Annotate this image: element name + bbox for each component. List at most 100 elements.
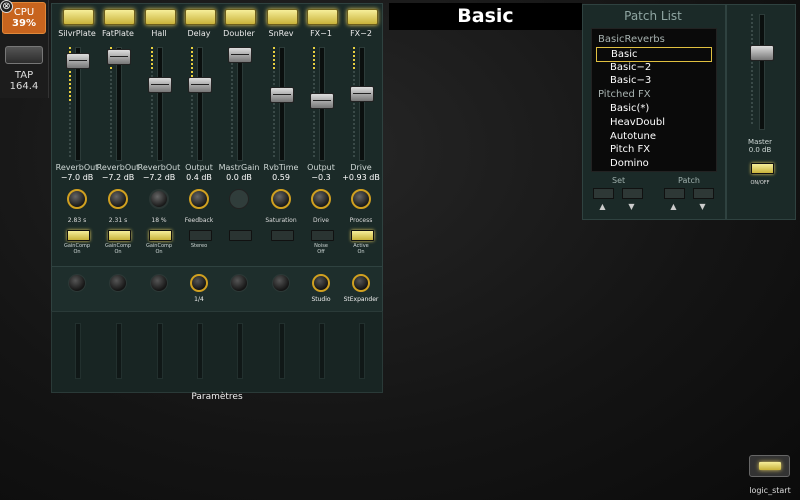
option-name: Stereo [190, 243, 208, 249]
fader-handle[interactable] [270, 87, 294, 103]
patch-prev-button[interactable] [664, 188, 685, 199]
channel-option-button[interactable] [108, 230, 131, 241]
set-label: Set [612, 176, 626, 185]
aux-knob[interactable] [272, 274, 290, 292]
fader-track[interactable] [237, 47, 243, 161]
param-knob[interactable] [108, 189, 128, 209]
inactive-fader [359, 323, 365, 379]
master-onoff-button[interactable] [751, 163, 774, 174]
fader-track[interactable] [359, 47, 365, 161]
channel-option-button[interactable] [311, 230, 334, 241]
patch-item[interactable]: Autotune [592, 130, 716, 143]
inactive-fader [279, 323, 285, 379]
close-icon[interactable]: ⊗ [0, 0, 13, 13]
param-knob[interactable] [311, 189, 331, 209]
inactive-fader [319, 323, 325, 379]
level-meter [231, 47, 233, 159]
param-knob[interactable] [271, 189, 291, 209]
inactive-fader [237, 323, 243, 379]
set-next-button[interactable] [622, 188, 643, 199]
channel-name: FX−2 [350, 29, 372, 38]
inactive-fader [75, 323, 81, 379]
channel-name: Doubler [223, 29, 255, 38]
channel-enable-button[interactable] [145, 9, 176, 25]
option-state: On [357, 249, 365, 255]
inactive-fader [157, 323, 163, 379]
master-value: 0.0 dB [748, 146, 772, 154]
channel-option-button[interactable] [189, 230, 212, 241]
patch-group[interactable]: Pitched FX [592, 88, 716, 101]
level-meter [191, 47, 193, 159]
fader-track[interactable] [157, 47, 163, 161]
channel-strip: FX−1 Output −0.3 Drive Noise Off [301, 3, 341, 263]
channel-enable-button[interactable] [267, 9, 298, 25]
channel-strip: FatPlate ReverbOut −7.2 dB 2.31 s GainComp On [97, 3, 139, 263]
channel-option-button[interactable] [351, 230, 374, 241]
up-arrow-icon[interactable]: ▲ [664, 202, 683, 211]
master-fader[interactable] [750, 45, 774, 61]
channel-enable-button[interactable] [225, 9, 256, 25]
fader-handle[interactable] [310, 93, 334, 109]
tap-readout: TAP 164.4 [0, 70, 48, 92]
aux-knob[interactable] [352, 274, 370, 292]
fader-handle[interactable] [350, 86, 374, 102]
param-knob[interactable] [351, 189, 371, 209]
patch-item[interactable]: Basic [596, 46, 712, 62]
param-knob[interactable] [149, 189, 169, 209]
patch-item[interactable]: Domino [592, 157, 716, 170]
tap-button[interactable] [5, 46, 43, 64]
down-arrow-icon[interactable]: ▼ [622, 202, 641, 211]
fader-handle[interactable] [148, 77, 172, 93]
fader-track[interactable] [197, 47, 203, 161]
aux-knob[interactable] [190, 274, 208, 292]
channel-enable-button[interactable] [104, 9, 135, 25]
channel-enable-button[interactable] [63, 9, 94, 25]
patch-item[interactable]: Pitch FX [592, 143, 716, 156]
aux-knob[interactable] [68, 274, 86, 292]
tap-label: TAP [14, 70, 34, 81]
patch-item[interactable]: Basic−2 [592, 61, 716, 74]
knob-row: 1/4 Studio StExpander [51, 266, 381, 310]
patch-item[interactable]: Basic−3 [592, 74, 716, 87]
aux-knob[interactable] [230, 274, 248, 292]
patch-group[interactable]: BasicReverbs [592, 33, 716, 46]
channel-enable-button[interactable] [347, 9, 378, 25]
channel-option-button[interactable] [149, 230, 172, 241]
patch-item[interactable]: Basic(*) [592, 102, 716, 115]
master-onoff-label: ON/OFF [750, 180, 770, 186]
channel-enable-button[interactable] [307, 9, 338, 25]
master-fader-track[interactable] [759, 14, 765, 130]
down-arrow-icon[interactable]: ▼ [693, 202, 712, 211]
fader-handle[interactable] [107, 49, 131, 65]
knob-label: Feedback [184, 217, 214, 224]
channel-strip: SilvrPlate ReverbOut −7.0 dB 2.83 s GainComp… [56, 3, 98, 263]
channel-option-button[interactable] [67, 230, 90, 241]
aux-knob[interactable] [150, 274, 168, 292]
level-meter [353, 47, 355, 159]
channel-strip: SnRev RvbTime 0.59 Saturation [261, 3, 301, 263]
patch-list[interactable]: BasicReverbs Basic Basic−2 Basic−3 Pitched F… [591, 28, 717, 172]
param-knob[interactable] [189, 189, 209, 209]
fader-handle[interactable] [66, 53, 90, 69]
param-knob[interactable] [67, 189, 87, 209]
fader-handle[interactable] [228, 47, 252, 63]
channel-option-button[interactable] [271, 230, 294, 241]
patch-item[interactable]: HeavDoubl [592, 116, 716, 129]
master-label: Master [748, 138, 772, 146]
patch-list-title: Patch List [624, 9, 682, 23]
fader-track[interactable] [279, 47, 285, 161]
logic-start-button[interactable] [749, 455, 790, 477]
aux-knob[interactable] [312, 274, 330, 292]
aux-knob[interactable] [109, 274, 127, 292]
param-knob[interactable] [229, 189, 249, 209]
page-title: Basic [457, 5, 514, 27]
set-prev-button[interactable] [593, 188, 614, 199]
patch-next-button[interactable] [693, 188, 714, 199]
ghost-row [51, 311, 381, 391]
param-label: Drive [350, 163, 372, 172]
channel-enable-button[interactable] [185, 9, 216, 25]
up-arrow-icon[interactable]: ▲ [593, 202, 612, 211]
fader-handle[interactable] [188, 77, 212, 93]
channel-option-button[interactable] [229, 230, 252, 241]
master-level-meter [751, 14, 753, 128]
